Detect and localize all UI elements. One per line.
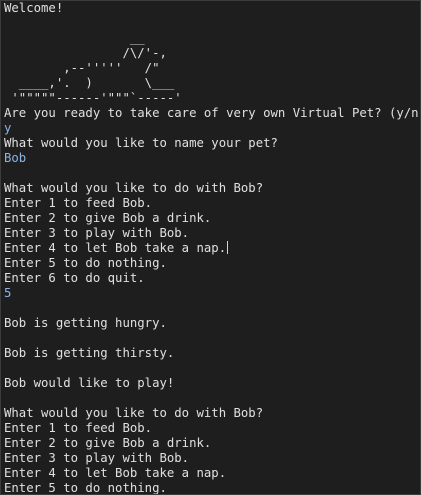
console-line: Enter 5 to do nothing. xyxy=(4,481,420,495)
console-line: Enter 1 to feed Bob. xyxy=(4,421,420,436)
line-text: ,--''''' /" xyxy=(4,61,160,75)
line-text: Bob xyxy=(4,151,27,165)
ascii-art-line: /\/'-, xyxy=(4,46,420,61)
console-line: Enter 4 to let Bob take a nap. xyxy=(4,241,420,256)
console-line: Enter 6 to do quit. xyxy=(4,271,420,286)
ascii-art-line: ____,'. ) \___ xyxy=(4,76,420,91)
console-line: Bob is getting hungry. xyxy=(4,316,420,331)
user-input-line: Bob xyxy=(4,151,420,166)
line-text: Enter 3 to play with Bob. xyxy=(4,451,190,465)
line-text: Enter 3 to play with Bob. xyxy=(4,226,190,240)
line-text: Bob is getting hungry. xyxy=(4,316,167,330)
ascii-art-line: ,--''''' /" xyxy=(4,61,420,76)
console-line: Enter 3 to play with Bob. xyxy=(4,226,420,241)
line-text: /\/'-, xyxy=(4,46,167,60)
line-text: Enter 1 to feed Bob. xyxy=(4,421,153,435)
console-line: Enter 2 to give Bob a drink. xyxy=(4,211,420,226)
line-text: What would you like to do with Bob? xyxy=(4,406,264,420)
console-line: Bob would like to play! xyxy=(4,376,420,391)
console-line: Enter 4 to let Bob take a nap. xyxy=(4,466,420,481)
line-text: Enter 1 to feed Bob. xyxy=(4,196,153,210)
line-text: Bob would like to play! xyxy=(4,376,175,390)
line-text: y xyxy=(4,121,12,135)
line-text: What would you like to do with Bob? xyxy=(4,181,264,195)
line-text: Enter 2 to give Bob a drink. xyxy=(4,211,212,225)
line-text: Welcome! xyxy=(4,1,64,15)
line-text: '"""""------'"""`-----' xyxy=(4,91,182,105)
line-text: Enter 5 to do nothing. xyxy=(4,256,167,270)
line-text: Enter 2 to give Bob a drink. xyxy=(4,436,212,450)
line-text: Enter 4 to let Bob take a nap. xyxy=(4,466,227,480)
console-window[interactable]: Welcome! __ /\/'-, ,--''''' /" ____,'. )… xyxy=(0,0,421,495)
console-line: Enter 3 to play with Bob. xyxy=(4,451,420,466)
console-line: Enter 2 to give Bob a drink. xyxy=(4,436,420,451)
line-text: Are you ready to take care of very own V… xyxy=(4,106,421,120)
line-text: 5 xyxy=(4,286,12,300)
console-line: What would you like to do with Bob? xyxy=(4,181,420,196)
console-line: What would you like to name your pet? xyxy=(4,136,420,151)
console-line: What would you like to do with Bob? xyxy=(4,406,420,421)
ascii-art-line: '"""""------'"""`-----' xyxy=(4,91,420,106)
user-input-line: y xyxy=(4,121,420,136)
line-text: Enter 5 to do nothing. xyxy=(4,481,167,495)
console-line: Welcome! xyxy=(4,1,420,16)
console-line: Bob is getting thirsty. xyxy=(4,346,420,361)
text-cursor xyxy=(227,241,229,254)
line-text: Bob is getting thirsty. xyxy=(4,346,175,360)
console-line: Enter 1 to feed Bob. xyxy=(4,196,420,211)
console-output: Welcome! __ /\/'-, ,--''''' /" ____,'. )… xyxy=(4,1,420,495)
user-input-line: 5 xyxy=(4,286,420,301)
line-text: Enter 4 to let Bob take a nap. xyxy=(4,241,227,255)
line-text: What would you like to name your pet? xyxy=(4,136,278,150)
ascii-art-line: __ xyxy=(4,31,420,46)
console-line: Enter 5 to do nothing. xyxy=(4,256,420,271)
console-line: Are you ready to take care of very own V… xyxy=(4,106,420,121)
line-text: Enter 6 to do quit. xyxy=(4,271,145,285)
line-text: __ xyxy=(4,31,145,45)
line-text: ____,'. ) \___ xyxy=(4,76,175,90)
